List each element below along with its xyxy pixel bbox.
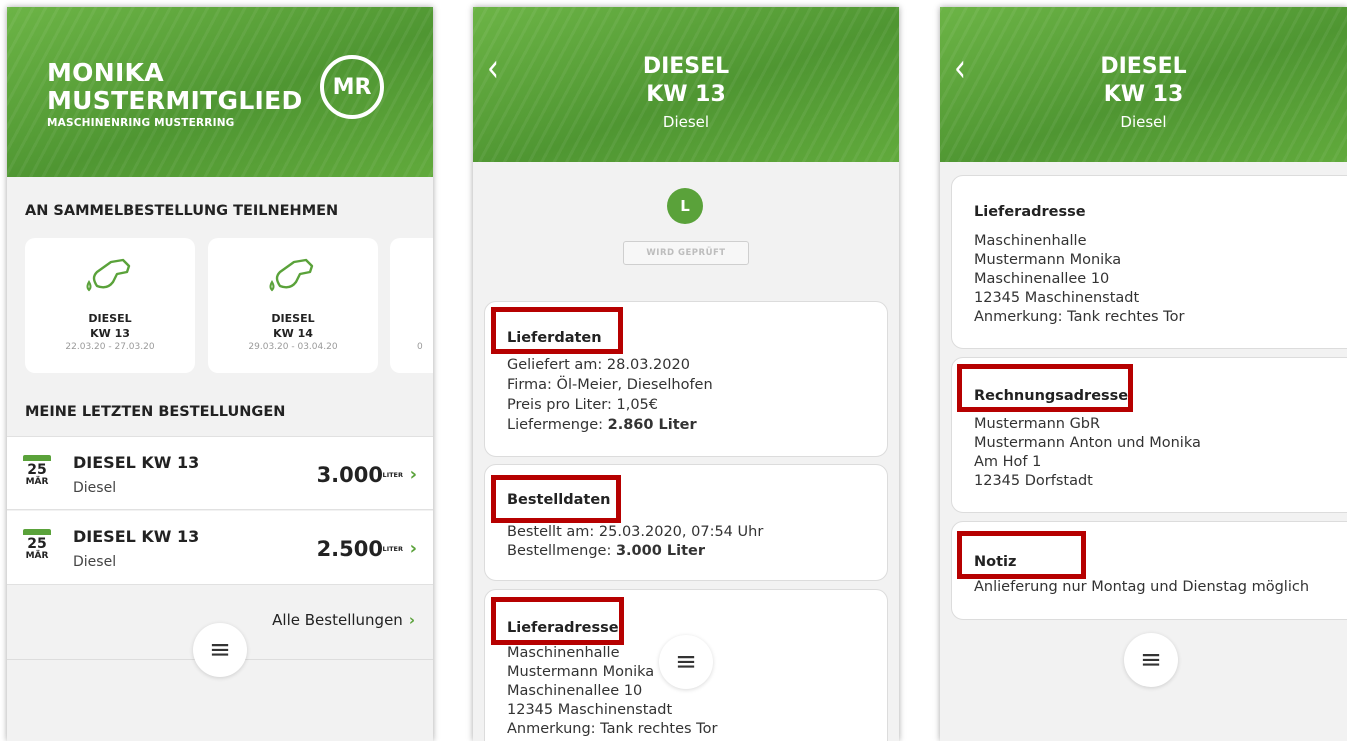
calendar-icon: 25 MÄR: [23, 529, 51, 567]
supplier: Firma: Öl-Meier, Dieselhofen: [507, 377, 713, 393]
tile-title: DIESEL: [271, 312, 315, 325]
order-month: MÄR: [25, 477, 49, 487]
calendar-icon: 25 MÄR: [23, 455, 51, 493]
tile-date-range: 29.03.20 - 03.04.20: [248, 342, 338, 352]
highlight-box: [491, 597, 624, 645]
order-day: 25: [27, 536, 47, 552]
all-orders-link[interactable]: Alle Bestellungen ›: [272, 611, 415, 629]
address-line: Maschinenallee 10: [974, 271, 1110, 287]
page-subtitle: Diesel: [662, 113, 710, 131]
ordered-quantity: Bestellmenge: 3.000 Liter: [507, 543, 705, 559]
page-title-line2: KW 13: [1103, 82, 1184, 107]
price-per-liter: Preis pro Liter: 1,05€: [507, 397, 658, 413]
chevron-right-icon: ›: [409, 464, 417, 485]
address-line: Mustermann Anton und Monika: [974, 435, 1201, 451]
tile-week: KW 14: [273, 327, 313, 340]
order-type: Diesel: [73, 480, 117, 496]
collective-order-tile[interactable]: DIESEL KW 13 22.03.20 - 27.03.20: [25, 238, 195, 373]
member-name: MONIKA MUSTERMITGLIED: [47, 59, 303, 115]
highlight-box: [491, 307, 623, 354]
address-line: Maschinenallee 10: [507, 683, 643, 699]
delivered-quantity: Liefermenge: 2.860 Liter: [507, 417, 697, 433]
order-day: 25: [27, 462, 47, 478]
mr-logo-icon: MR: [320, 55, 384, 119]
chevron-right-icon: ›: [408, 611, 415, 629]
chevron-right-icon: ›: [409, 538, 417, 559]
address-line: 12345 Maschinenstadt: [974, 290, 1140, 306]
status-badge: WIRD GEPRÜFT: [623, 241, 749, 265]
order-title: DIESEL KW 13: [73, 527, 200, 546]
page-title-line2: KW 13: [646, 82, 726, 107]
profile-header: MONIKA MUSTERMITGLIED MASCHINENRING MUST…: [7, 7, 433, 177]
address-line: Mustermann GbR: [974, 416, 1101, 432]
collective-order-tile[interactable]: DIESEL KW 14 29.03.20 - 03.04.20: [208, 238, 378, 373]
member-first-name: MONIKA: [47, 58, 164, 87]
address-line: Am Hof 1: [974, 454, 1042, 470]
delivered-quantity-label: Liefermenge:: [507, 417, 608, 433]
highlight-box: [957, 531, 1086, 579]
logo-text: MR: [332, 74, 372, 100]
order-detail-screen: ‹ DIESEL KW 13 Diesel L WIRD GEPRÜFT Lie…: [473, 7, 899, 741]
order-amount: 2.500: [316, 537, 383, 561]
address-line: 12345 Maschinenstadt: [507, 702, 673, 718]
detail-header: ‹ DIESEL KW 13 Diesel: [940, 7, 1347, 162]
page-title: DIESEL KW 13: [940, 53, 1347, 109]
detail-header: ‹ DIESEL KW 13 Diesel: [473, 7, 899, 162]
member-last-name: MUSTERMITGLIED: [47, 86, 303, 115]
order-title: DIESEL KW 13: [73, 453, 200, 472]
status-icon: L: [667, 188, 703, 224]
collective-order-tile[interactable]: 0: [390, 238, 433, 373]
tile-week: KW 13: [90, 327, 130, 340]
page-title-line1: DIESEL: [642, 54, 730, 79]
order-unit: LITER: [382, 471, 403, 479]
menu-button[interactable]: ≡: [1124, 633, 1178, 687]
highlight-box: [491, 475, 621, 523]
highlight-box: [957, 364, 1133, 412]
address-line: Mustermann Monika: [974, 252, 1122, 268]
ordered-quantity-label: Bestellmenge:: [507, 543, 616, 559]
order-detail-screen-scrolled: ‹ DIESEL KW 13 Diesel Lieferadresse Masc…: [940, 7, 1347, 741]
page-subtitle: Diesel: [1120, 113, 1167, 131]
address-line: Anmerkung: Tank rechtes Tor: [507, 721, 718, 737]
delivered-quantity-value: 2.860 Liter: [607, 417, 697, 433]
order-unit: LITER: [382, 545, 403, 553]
menu-button[interactable]: ≡: [659, 635, 713, 689]
address-line: Maschinenhalle: [974, 233, 1087, 249]
ordered-on: Bestellt am: 25.03.2020, 07:54 Uhr: [507, 524, 764, 540]
menu-button[interactable]: ≡: [193, 623, 247, 677]
order-amount: 3.000: [316, 463, 383, 487]
address-line: Anmerkung: Tank rechtes Tor: [974, 309, 1185, 325]
tile-date-range: 22.03.20 - 27.03.20: [65, 342, 155, 352]
note-text: Anlieferung nur Montag und Dienstag mögl…: [974, 579, 1310, 595]
address-line: 12345 Dorfstadt: [974, 473, 1093, 489]
tile-date-range: 0: [417, 342, 423, 352]
address-line: Maschinenhalle: [507, 645, 620, 661]
join-collective-order-heading: AN SAMMELBESTELLUNG TEILNEHMEN: [25, 203, 339, 219]
page-title: DIESEL KW 13: [473, 53, 899, 109]
page-title-line1: DIESEL: [1100, 54, 1187, 79]
fuel-nozzle-icon: [86, 258, 131, 292]
order-row[interactable]: 25 MÄR DIESEL KW 13 Diesel 3.000 LITER ›: [7, 436, 433, 510]
fuel-nozzle-icon: [269, 258, 314, 292]
recent-orders-heading: MEINE LETZTEN BESTELLUNGEN: [25, 404, 286, 420]
dashboard-screen: MONIKA MUSTERMITGLIED MASCHINENRING MUST…: [7, 7, 433, 741]
hamburger-icon: ≡: [1140, 645, 1162, 675]
all-orders-label: Alle Bestellungen: [272, 611, 403, 629]
card-title: Lieferadresse: [974, 204, 1086, 220]
hamburger-icon: ≡: [675, 647, 697, 677]
tile-title: DIESEL: [88, 312, 132, 325]
member-organization: MASCHINENRING MUSTERRING: [47, 117, 235, 129]
address-line: Mustermann Monika: [507, 664, 655, 680]
order-row[interactable]: 25 MÄR DIESEL KW 13 Diesel 2.500 LITER ›: [7, 511, 433, 585]
delivered-on: Geliefert am: 28.03.2020: [507, 357, 690, 373]
order-month: MÄR: [25, 551, 49, 561]
hamburger-icon: ≡: [209, 635, 231, 665]
order-type: Diesel: [73, 554, 117, 570]
ordered-quantity-value: 3.000 Liter: [615, 543, 705, 559]
delivery-address-card: Lieferadresse Maschinenhalle Mustermann …: [951, 175, 1347, 349]
